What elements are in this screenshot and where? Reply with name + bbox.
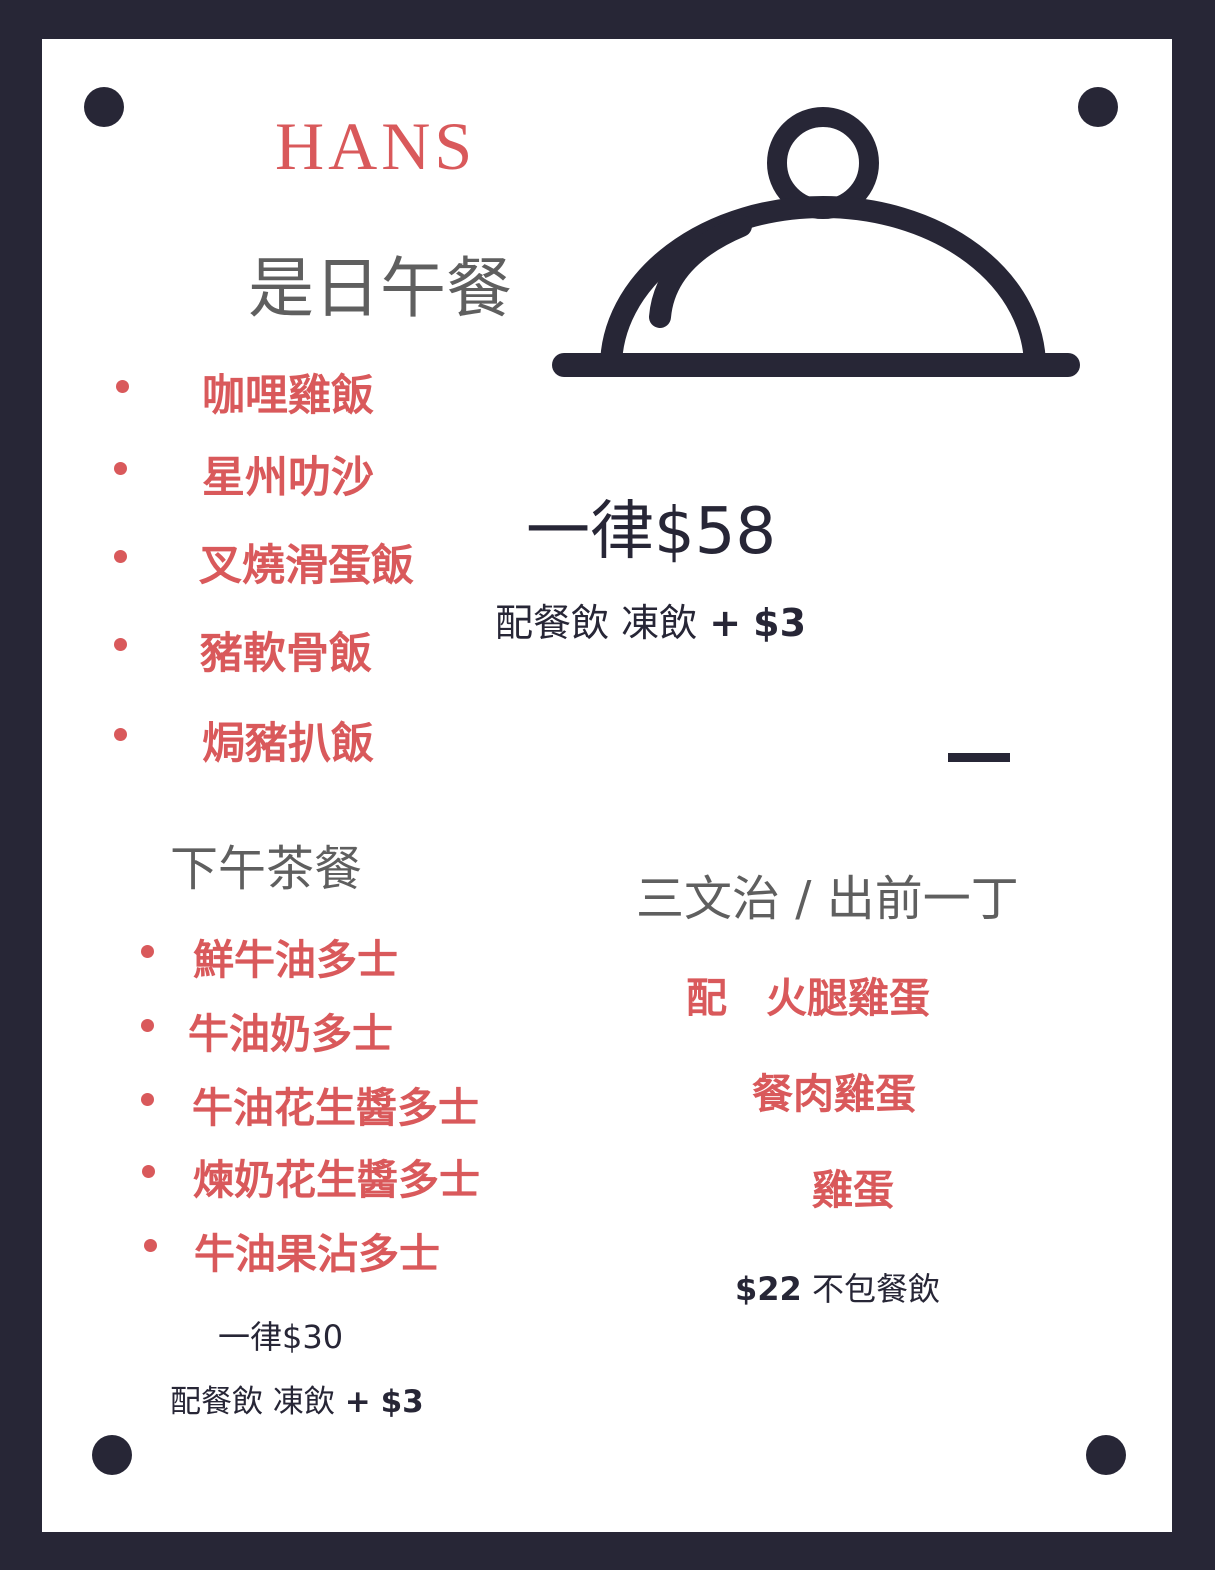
- corner-pin-bottom-right: [1086, 1435, 1126, 1475]
- tea-title: 下午茶餐: [170, 841, 363, 897]
- sandwich-title: 三文治 / 出前一丁: [636, 871, 1019, 927]
- tea-item: 牛油花生醬多士: [192, 1084, 479, 1132]
- bullet-dot: [114, 728, 127, 741]
- tea-item: 牛油奶多士: [188, 1010, 393, 1058]
- serving-cloche-icon: [552, 107, 1080, 377]
- tea-item: 鮮牛油多士: [193, 936, 398, 984]
- lunch-item: 叉燒滑蛋飯: [199, 541, 414, 591]
- drink-extra-price: $3: [380, 1384, 424, 1420]
- bullet-dot: [114, 550, 127, 563]
- bullet-dot: [114, 638, 127, 651]
- drink-note-text: 配餐飲 凍飲: [495, 601, 698, 645]
- drink-plus-sign: +: [344, 1384, 371, 1420]
- corner-pin-bottom-left: [92, 1435, 132, 1475]
- bullet-dot: [141, 1093, 154, 1106]
- sandwich-option: 雞蛋: [812, 1166, 894, 1214]
- lunch-drink-note: 配餐飲 凍飲 + $3: [495, 592, 806, 647]
- sandwich-price: $22: [735, 1270, 802, 1308]
- tea-drink-note: 配餐飲 凍飲 + $3: [170, 1376, 424, 1421]
- sandwich-price-note: 不包餐飲: [811, 1270, 940, 1308]
- corner-pin-top-left: [84, 87, 124, 127]
- lunch-price: 一律$58: [526, 495, 777, 569]
- tea-item: 牛油果沾多士: [194, 1230, 440, 1278]
- bullet-dot: [116, 380, 129, 393]
- tea-item: 煉奶花生醬多士: [193, 1156, 480, 1204]
- drink-extra-price: $3: [753, 601, 807, 645]
- lunch-title: 是日午餐: [248, 250, 512, 327]
- bullet-dot: [142, 1165, 155, 1178]
- lunch-item: 星州叻沙: [202, 453, 374, 503]
- lunch-item: 豬軟骨飯: [200, 629, 372, 679]
- drink-note-text: 配餐飲 凍飲: [170, 1384, 335, 1420]
- bullet-dot: [141, 1019, 154, 1032]
- menu-card: HANS 是日午餐 咖哩雞飯 星州叻沙 叉燒滑蛋飯 豬軟骨飯 焗豬扒飯 一律$5…: [42, 39, 1172, 1532]
- tea-price: 一律$30: [218, 1318, 344, 1356]
- bullet-dot: [144, 1239, 157, 1252]
- sandwich-price-line: $22 不包餐飲: [735, 1264, 940, 1310]
- bullet-dot: [141, 945, 154, 958]
- lunch-item: 咖哩雞飯: [202, 371, 374, 421]
- sandwich-option: 餐肉雞蛋: [752, 1070, 916, 1118]
- lunch-item: 焗豬扒飯: [202, 719, 374, 769]
- sandwich-with-label: 配: [686, 974, 727, 1022]
- drink-plus-sign: +: [709, 601, 742, 645]
- bullet-dot: [114, 462, 127, 475]
- brand-title: HANS: [275, 108, 477, 184]
- divider-dash: [948, 753, 1010, 762]
- sandwich-option: 火腿雞蛋: [766, 974, 930, 1022]
